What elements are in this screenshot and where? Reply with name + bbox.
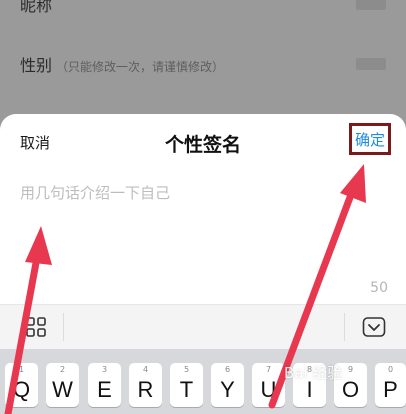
key-number-hint: 7: [265, 365, 272, 374]
gender-label: 性别 （只能修改一次，请谨慎修改）: [20, 52, 224, 76]
key-t[interactable]: 5T: [170, 363, 203, 407]
key-letter: E: [97, 377, 112, 402]
signature-sheet: 取消 个性签名 确定 50 1Q2W3E4R5T6Y7U8I9O0P: [0, 114, 406, 414]
gender-row: 性别 （只能修改一次，请谨慎修改）: [0, 36, 406, 92]
key-number-hint: 3: [101, 365, 108, 374]
key-w[interactable]: 2W: [46, 363, 79, 407]
key-number-hint: 2: [59, 365, 66, 374]
key-letter: T: [179, 377, 194, 402]
key-number-hint: 4: [142, 365, 149, 374]
gender-label-text: 性别: [20, 56, 53, 75]
gender-value: [356, 58, 386, 70]
key-y[interactable]: 6Y: [211, 363, 244, 407]
nickname-row: 昵称: [0, 0, 406, 32]
signature-input[interactable]: [20, 182, 386, 282]
key-letter: P: [383, 377, 398, 402]
key-number-hint: 5: [183, 365, 190, 374]
key-p[interactable]: 0P: [375, 363, 406, 407]
gender-note: （只能修改一次，请谨慎修改）: [56, 60, 225, 74]
char-count: 50: [370, 280, 388, 296]
sheet-header: 取消 个性签名 确定: [0, 114, 406, 170]
toolbar-separator: [63, 313, 64, 341]
key-letter: Q: [12, 377, 31, 402]
nickname-label: 昵称: [20, 0, 53, 15]
key-number-hint: 0: [387, 365, 394, 374]
key-u[interactable]: 7U: [252, 363, 285, 407]
grid-menu-icon[interactable]: [26, 317, 46, 337]
key-letter: Y: [220, 377, 235, 402]
keyboard-collapse-icon[interactable]: [362, 315, 386, 339]
keyboard-toolbar: [0, 305, 406, 349]
sheet-title: 个性签名: [164, 134, 241, 156]
nickname-value: [356, 0, 386, 10]
key-r[interactable]: 4R: [129, 363, 162, 407]
keyboard: 1Q2W3E4R5T6Y7U8I9O0P: [0, 349, 406, 414]
key-letter: U: [260, 377, 277, 402]
key-q[interactable]: 1Q: [5, 363, 38, 407]
key-letter: R: [137, 377, 154, 402]
key-number-hint: 1: [18, 365, 25, 374]
key-e[interactable]: 3E: [88, 363, 121, 407]
toolbar-separator: [344, 313, 345, 341]
key-number-hint: 6: [224, 365, 231, 374]
key-letter: W: [52, 377, 73, 402]
watermark: Bai 经验: [284, 364, 343, 382]
confirm-button[interactable]: 确定: [349, 123, 391, 155]
